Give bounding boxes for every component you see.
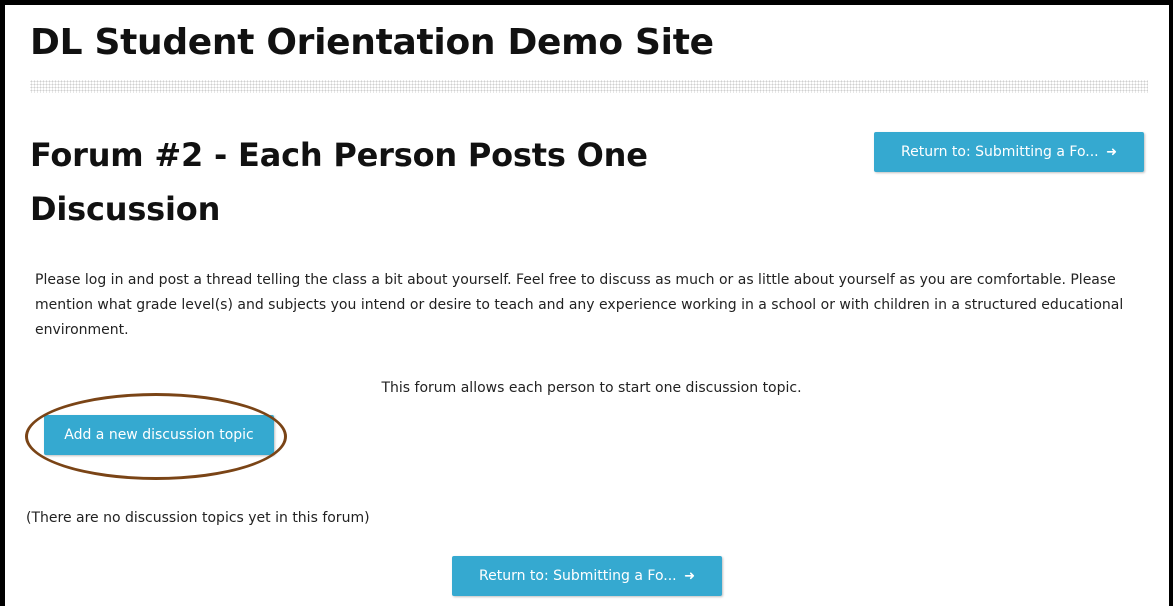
site-title: DL Student Orientation Demo Site xyxy=(30,22,714,63)
no-topics-message: (There are no discussion topics yet in t… xyxy=(26,510,370,526)
arrow-right-icon: ➜ xyxy=(684,569,695,584)
return-button-label: Return to: Submitting a Fo... xyxy=(479,568,677,584)
header-divider xyxy=(30,80,1148,93)
return-button-label: Return to: Submitting a Fo... xyxy=(901,144,1099,160)
forum-type-notice: This forum allows each person to start o… xyxy=(381,380,802,396)
arrow-right-icon: ➜ xyxy=(1106,145,1117,160)
add-discussion-topic-button[interactable]: Add a new discussion topic xyxy=(44,415,274,455)
forum-title: Forum #2 - Each Person Posts One Discuss… xyxy=(30,136,648,228)
return-to-section-button-bottom[interactable]: Return to: Submitting a Fo... ➜ xyxy=(452,556,722,596)
forum-intro: Please log in and post a thread telling … xyxy=(35,272,1124,338)
return-to-section-button-top[interactable]: Return to: Submitting a Fo... ➜ xyxy=(874,132,1144,172)
